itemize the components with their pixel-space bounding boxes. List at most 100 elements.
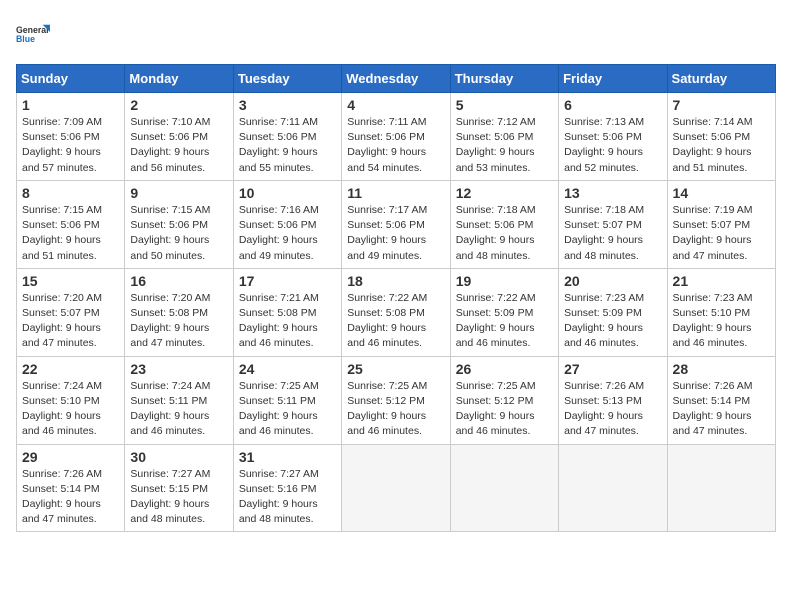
- calendar-cell: [667, 444, 775, 532]
- day-info: Sunrise: 7:22 AMSunset: 5:09 PMDaylight:…: [456, 292, 536, 350]
- calendar-cell: 16 Sunrise: 7:20 AMSunset: 5:08 PMDaylig…: [125, 268, 233, 356]
- day-info: Sunrise: 7:26 AMSunset: 5:14 PMDaylight:…: [673, 380, 753, 438]
- calendar-cell: 17 Sunrise: 7:21 AMSunset: 5:08 PMDaylig…: [233, 268, 341, 356]
- day-number: 8: [22, 185, 119, 201]
- header-saturday: Saturday: [667, 65, 775, 93]
- day-info: Sunrise: 7:17 AMSunset: 5:06 PMDaylight:…: [347, 204, 427, 262]
- calendar-cell: 4 Sunrise: 7:11 AMSunset: 5:06 PMDayligh…: [342, 93, 450, 181]
- page-header: GeneralBlue: [16, 16, 776, 52]
- day-number: 20: [564, 273, 661, 289]
- day-info: Sunrise: 7:27 AMSunset: 5:15 PMDaylight:…: [130, 468, 210, 526]
- day-number: 17: [239, 273, 336, 289]
- day-number: 13: [564, 185, 661, 201]
- day-number: 30: [130, 449, 227, 465]
- day-number: 2: [130, 97, 227, 113]
- logo-icon: GeneralBlue: [16, 16, 52, 52]
- day-number: 19: [456, 273, 553, 289]
- day-number: 29: [22, 449, 119, 465]
- calendar-cell: 24 Sunrise: 7:25 AMSunset: 5:11 PMDaylig…: [233, 356, 341, 444]
- calendar-cell: 18 Sunrise: 7:22 AMSunset: 5:08 PMDaylig…: [342, 268, 450, 356]
- calendar-cell: 2 Sunrise: 7:10 AMSunset: 5:06 PMDayligh…: [125, 93, 233, 181]
- calendar-week-2: 8 Sunrise: 7:15 AMSunset: 5:06 PMDayligh…: [17, 180, 776, 268]
- day-info: Sunrise: 7:24 AMSunset: 5:10 PMDaylight:…: [22, 380, 102, 438]
- header-thursday: Thursday: [450, 65, 558, 93]
- day-info: Sunrise: 7:11 AMSunset: 5:06 PMDaylight:…: [239, 116, 318, 174]
- day-number: 7: [673, 97, 770, 113]
- header-wednesday: Wednesday: [342, 65, 450, 93]
- calendar-cell: 15 Sunrise: 7:20 AMSunset: 5:07 PMDaylig…: [17, 268, 125, 356]
- day-info: Sunrise: 7:26 AMSunset: 5:14 PMDaylight:…: [22, 468, 102, 526]
- day-number: 26: [456, 361, 553, 377]
- calendar-cell: 23 Sunrise: 7:24 AMSunset: 5:11 PMDaylig…: [125, 356, 233, 444]
- calendar-cell: 3 Sunrise: 7:11 AMSunset: 5:06 PMDayligh…: [233, 93, 341, 181]
- day-info: Sunrise: 7:18 AMSunset: 5:07 PMDaylight:…: [564, 204, 644, 262]
- day-info: Sunrise: 7:25 AMSunset: 5:12 PMDaylight:…: [456, 380, 536, 438]
- day-info: Sunrise: 7:13 AMSunset: 5:06 PMDaylight:…: [564, 116, 644, 174]
- day-number: 11: [347, 185, 444, 201]
- day-info: Sunrise: 7:20 AMSunset: 5:07 PMDaylight:…: [22, 292, 102, 350]
- calendar-cell: 26 Sunrise: 7:25 AMSunset: 5:12 PMDaylig…: [450, 356, 558, 444]
- calendar-cell: 22 Sunrise: 7:24 AMSunset: 5:10 PMDaylig…: [17, 356, 125, 444]
- day-info: Sunrise: 7:24 AMSunset: 5:11 PMDaylight:…: [130, 380, 210, 438]
- day-number: 1: [22, 97, 119, 113]
- day-number: 4: [347, 97, 444, 113]
- svg-text:Blue: Blue: [16, 34, 35, 44]
- calendar-cell: 19 Sunrise: 7:22 AMSunset: 5:09 PMDaylig…: [450, 268, 558, 356]
- day-number: 31: [239, 449, 336, 465]
- calendar-cell: [450, 444, 558, 532]
- day-info: Sunrise: 7:27 AMSunset: 5:16 PMDaylight:…: [239, 468, 319, 526]
- calendar-cell: 1 Sunrise: 7:09 AMSunset: 5:06 PMDayligh…: [17, 93, 125, 181]
- day-info: Sunrise: 7:15 AMSunset: 5:06 PMDaylight:…: [22, 204, 102, 262]
- day-info: Sunrise: 7:19 AMSunset: 5:07 PMDaylight:…: [673, 204, 753, 262]
- calendar-week-1: 1 Sunrise: 7:09 AMSunset: 5:06 PMDayligh…: [17, 93, 776, 181]
- day-number: 16: [130, 273, 227, 289]
- calendar-cell: 29 Sunrise: 7:26 AMSunset: 5:14 PMDaylig…: [17, 444, 125, 532]
- day-info: Sunrise: 7:26 AMSunset: 5:13 PMDaylight:…: [564, 380, 644, 438]
- calendar-cell: 28 Sunrise: 7:26 AMSunset: 5:14 PMDaylig…: [667, 356, 775, 444]
- day-number: 10: [239, 185, 336, 201]
- header-friday: Friday: [559, 65, 667, 93]
- day-info: Sunrise: 7:09 AMSunset: 5:06 PMDaylight:…: [22, 116, 102, 174]
- day-number: 22: [22, 361, 119, 377]
- day-number: 24: [239, 361, 336, 377]
- calendar-cell: 14 Sunrise: 7:19 AMSunset: 5:07 PMDaylig…: [667, 180, 775, 268]
- calendar-cell: [342, 444, 450, 532]
- calendar-week-5: 29 Sunrise: 7:26 AMSunset: 5:14 PMDaylig…: [17, 444, 776, 532]
- day-number: 14: [673, 185, 770, 201]
- calendar-cell: 25 Sunrise: 7:25 AMSunset: 5:12 PMDaylig…: [342, 356, 450, 444]
- header-sunday: Sunday: [17, 65, 125, 93]
- day-number: 18: [347, 273, 444, 289]
- calendar-cell: 7 Sunrise: 7:14 AMSunset: 5:06 PMDayligh…: [667, 93, 775, 181]
- day-number: 28: [673, 361, 770, 377]
- calendar-week-3: 15 Sunrise: 7:20 AMSunset: 5:07 PMDaylig…: [17, 268, 776, 356]
- calendar-cell: 27 Sunrise: 7:26 AMSunset: 5:13 PMDaylig…: [559, 356, 667, 444]
- day-info: Sunrise: 7:11 AMSunset: 5:06 PMDaylight:…: [347, 116, 426, 174]
- day-number: 6: [564, 97, 661, 113]
- calendar-cell: 30 Sunrise: 7:27 AMSunset: 5:15 PMDaylig…: [125, 444, 233, 532]
- day-info: Sunrise: 7:14 AMSunset: 5:06 PMDaylight:…: [673, 116, 753, 174]
- calendar-cell: 31 Sunrise: 7:27 AMSunset: 5:16 PMDaylig…: [233, 444, 341, 532]
- calendar-table: SundayMondayTuesdayWednesdayThursdayFrid…: [16, 64, 776, 532]
- day-info: Sunrise: 7:15 AMSunset: 5:06 PMDaylight:…: [130, 204, 210, 262]
- day-number: 23: [130, 361, 227, 377]
- day-number: 15: [22, 273, 119, 289]
- day-info: Sunrise: 7:21 AMSunset: 5:08 PMDaylight:…: [239, 292, 319, 350]
- calendar-cell: 21 Sunrise: 7:23 AMSunset: 5:10 PMDaylig…: [667, 268, 775, 356]
- day-number: 27: [564, 361, 661, 377]
- day-info: Sunrise: 7:25 AMSunset: 5:12 PMDaylight:…: [347, 380, 427, 438]
- day-info: Sunrise: 7:23 AMSunset: 5:09 PMDaylight:…: [564, 292, 644, 350]
- day-number: 25: [347, 361, 444, 377]
- day-info: Sunrise: 7:12 AMSunset: 5:06 PMDaylight:…: [456, 116, 536, 174]
- header-tuesday: Tuesday: [233, 65, 341, 93]
- header-monday: Monday: [125, 65, 233, 93]
- calendar-cell: [559, 444, 667, 532]
- day-number: 21: [673, 273, 770, 289]
- calendar-cell: 11 Sunrise: 7:17 AMSunset: 5:06 PMDaylig…: [342, 180, 450, 268]
- logo: GeneralBlue: [16, 16, 52, 52]
- calendar-cell: 9 Sunrise: 7:15 AMSunset: 5:06 PMDayligh…: [125, 180, 233, 268]
- day-info: Sunrise: 7:25 AMSunset: 5:11 PMDaylight:…: [239, 380, 319, 438]
- calendar-cell: 20 Sunrise: 7:23 AMSunset: 5:09 PMDaylig…: [559, 268, 667, 356]
- header-row: SundayMondayTuesdayWednesdayThursdayFrid…: [17, 65, 776, 93]
- svg-text:General: General: [16, 25, 49, 35]
- day-number: 9: [130, 185, 227, 201]
